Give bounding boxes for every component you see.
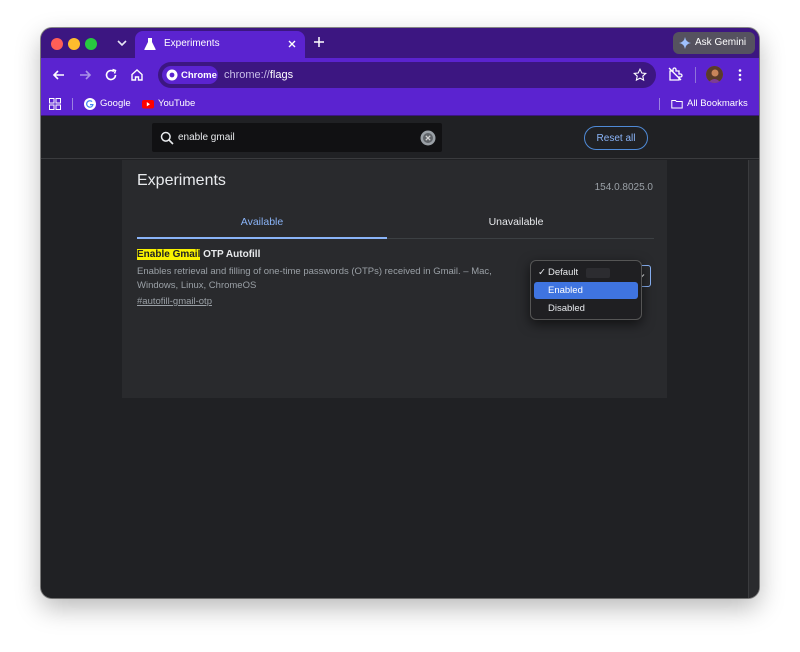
- bookmark-google[interactable]: Google: [84, 96, 134, 112]
- flags-header: Reset all: [41, 116, 759, 159]
- ask-gemini-button[interactable]: Ask Gemini: [673, 32, 755, 54]
- maximize-window-button[interactable]: [85, 38, 97, 50]
- folder-icon: [671, 100, 683, 109]
- option-label: Default: [548, 267, 579, 278]
- chrome-chip-label: Chrome: [181, 70, 217, 81]
- checkmark-icon: ✓: [538, 267, 546, 278]
- back-arrow-icon[interactable]: [51, 67, 67, 83]
- flags-search-box[interactable]: [152, 123, 442, 152]
- option-label: Disabled: [548, 303, 585, 314]
- flag-name-rest: OTP Autofill: [200, 249, 261, 260]
- gemini-sparkle-icon: [679, 37, 691, 49]
- url-text: chrome://flags: [224, 69, 294, 81]
- flags-search-input[interactable]: [178, 128, 408, 146]
- ask-gemini-label: Ask Gemini: [695, 37, 747, 48]
- flags-tabs: Available Unavailable: [137, 212, 654, 239]
- browser-window: Experiments Ask Gemini Chrome chrome://f…: [41, 28, 759, 598]
- flask-icon: [144, 38, 156, 50]
- flag-state-dropdown: ✓ Default Enabled Disabled: [530, 260, 642, 320]
- apps-grid-icon[interactable]: [49, 98, 61, 110]
- close-window-button[interactable]: [51, 38, 63, 50]
- tab-search-chevron-icon[interactable]: [113, 34, 131, 52]
- option-label: Enabled: [548, 285, 583, 296]
- tab-strip: Experiments Ask Gemini: [41, 28, 759, 58]
- tab-title: Experiments: [164, 38, 220, 49]
- more-menu-icon[interactable]: [735, 67, 745, 83]
- option-enabled[interactable]: Enabled: [534, 282, 638, 299]
- bookmarks-divider: [72, 98, 73, 110]
- flag-permalink[interactable]: #autofill-gmail-otp: [137, 296, 537, 307]
- toolbar: Chrome chrome://flags: [41, 58, 759, 92]
- tab-unavailable[interactable]: Unavailable: [391, 212, 641, 239]
- flag-entry: Enable Gmail OTP Autofill Enables retrie…: [137, 249, 537, 307]
- google-logo-icon: [84, 98, 96, 110]
- search-highlight: Enable Gmail: [137, 249, 201, 260]
- tab-available[interactable]: Available: [137, 212, 387, 239]
- home-icon[interactable]: [129, 67, 145, 83]
- chrome-chip[interactable]: Chrome: [162, 66, 218, 84]
- forward-arrow-icon[interactable]: [77, 67, 93, 83]
- bookmark-youtube[interactable]: YouTube: [142, 96, 200, 112]
- page-title: Experiments: [137, 172, 226, 189]
- reload-icon[interactable]: [103, 67, 119, 83]
- reset-all-button[interactable]: Reset all: [584, 126, 648, 150]
- extensions-puzzle-icon[interactable]: [667, 66, 683, 82]
- all-bookmarks-button[interactable]: All Bookmarks: [671, 96, 753, 112]
- bookmark-label: YouTube: [158, 98, 196, 109]
- search-icon: [160, 131, 174, 145]
- redacted-blur: [586, 268, 610, 278]
- page-scrollbar[interactable]: [748, 160, 759, 598]
- address-bar[interactable]: Chrome chrome://flags: [158, 62, 656, 88]
- profile-photo-icon: [706, 66, 723, 83]
- tab-experiments[interactable]: Experiments: [135, 31, 305, 58]
- option-disabled[interactable]: Disabled: [534, 300, 638, 317]
- flag-name: Enable Gmail OTP Autofill: [137, 249, 537, 260]
- youtube-logo-icon: [142, 100, 154, 109]
- minimize-window-button[interactable]: [68, 38, 80, 50]
- chrome-version: 154.0.8025.0: [594, 182, 653, 193]
- clear-search-icon[interactable]: [420, 130, 436, 146]
- toolbar-divider: [695, 67, 696, 83]
- bookmark-star-icon[interactable]: [633, 68, 647, 82]
- option-default[interactable]: ✓ Default: [534, 264, 638, 281]
- all-bookmarks-label: All Bookmarks: [687, 98, 748, 109]
- experiments-panel: Experiments 154.0.8025.0 Available Unava…: [122, 160, 667, 398]
- bookmark-label: Google: [100, 98, 131, 109]
- chrome-logo-icon: [166, 69, 178, 81]
- close-tab-icon[interactable]: [285, 37, 299, 51]
- bookmarks-divider-right: [659, 98, 660, 110]
- bookmarks-bar: Google YouTube All Bookmarks: [41, 92, 759, 116]
- profile-avatar[interactable]: [706, 66, 723, 83]
- flags-content: Experiments 154.0.8025.0 Available Unava…: [41, 160, 759, 598]
- new-tab-plus-icon[interactable]: [312, 35, 326, 49]
- flag-description: Enables retrieval and filling of one-tim…: [137, 266, 492, 291]
